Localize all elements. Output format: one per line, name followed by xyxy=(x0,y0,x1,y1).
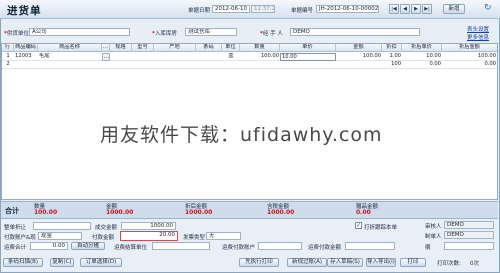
import-export-button[interactable]: 导入导出(I) xyxy=(366,258,396,267)
summary-tax-amount: 1000.00 xyxy=(267,209,295,216)
print-button[interactable]: 打印 xyxy=(400,258,426,267)
cell-disc-price[interactable]: 10.00 xyxy=(402,53,442,61)
print-first-button[interactable]: 先执行打印 xyxy=(239,258,279,267)
col-code: 商品编码 xyxy=(14,44,38,52)
warehouse-label: *入库库房 xyxy=(152,31,177,37)
col-disc-price: 折后单价 xyxy=(402,44,442,52)
copy-button[interactable]: 复制(C) xyxy=(50,258,74,267)
nav-next-button[interactable]: ▶ xyxy=(411,4,421,14)
header-settings-link[interactable]: 表头设置 xyxy=(467,25,489,33)
cell-discount[interactable]: 1.00 xyxy=(382,53,402,61)
col-name: 商品名称 xyxy=(38,44,102,52)
col-qty: 数量 xyxy=(240,44,280,52)
fee-pay-amount-field[interactable] xyxy=(345,242,395,250)
col-spec: 规格 xyxy=(110,44,132,52)
summary-amount: 1000.00 xyxy=(106,209,134,216)
fee-pay-amount-label: 运费付款金额 xyxy=(308,245,342,251)
more-info-link[interactable]: 更多信息 xyxy=(467,33,489,41)
pay-amount-label: 付款金额 xyxy=(92,235,115,241)
follow-checkbox[interactable]: ✓ xyxy=(355,222,362,229)
auditor-label: 审核人 xyxy=(425,224,442,230)
barcode-scan-button[interactable]: 条码扫描(B) xyxy=(3,258,43,267)
pay-amount-field[interactable]: 20.00 xyxy=(120,231,178,241)
col-disc-amount: 折后金额 xyxy=(459,44,480,50)
cell-price[interactable]: 10.00 xyxy=(280,53,336,61)
deal-amount-label: 成交金额 xyxy=(95,225,118,231)
col-more: … xyxy=(102,44,110,52)
cell-row-2: 2 xyxy=(6,61,10,67)
auditor-field: DEMO xyxy=(444,221,494,229)
maker-label: 制单人 xyxy=(425,234,442,240)
invoice-type-label: 发票类型 xyxy=(183,235,206,241)
handler-field[interactable]: DEMO xyxy=(290,28,420,36)
col-unit: 单位 xyxy=(222,44,240,52)
total-amount: 0.00 xyxy=(429,61,441,67)
follow-checkbox-label: 打折跟踪本单 xyxy=(364,225,398,231)
summary-gift: 0.00 xyxy=(356,209,371,216)
cell-qty[interactable]: 100.00 xyxy=(240,53,280,61)
order-select-button[interactable]: 订单选择(D) xyxy=(80,258,122,267)
doc-date-field[interactable]: 2012-06-10 xyxy=(212,5,250,13)
watermark-text: 用友软件下载：ufidawhy.com xyxy=(100,124,383,146)
nav-first-button[interactable]: |◀ xyxy=(389,4,399,14)
supplier-field[interactable]: A公司 xyxy=(29,28,130,36)
table-row[interactable]: 1 12003 毛尾 … 盒 100.00 10.00 100.00 1.00 … xyxy=(2,53,497,61)
pay-account-label: 付款账户&现 xyxy=(4,235,36,241)
fee-total-field[interactable]: 0.00 xyxy=(30,242,68,250)
print-count-value: 0次 xyxy=(470,261,479,267)
maker-field: DEMO xyxy=(444,231,494,239)
col-price: 单价 xyxy=(280,44,336,52)
whole-discount-field[interactable] xyxy=(33,222,91,230)
whole-discount-label: 整单折让 xyxy=(4,225,27,231)
print-count-label: 打印次数: xyxy=(437,261,461,267)
doc-no-field[interactable]: JH-2012-06-10-00002 xyxy=(316,5,379,13)
cell-more-button[interactable]: … xyxy=(102,53,110,61)
summary-total-label: 合计 xyxy=(5,207,19,215)
remark-field[interactable] xyxy=(444,242,494,250)
summary-bar xyxy=(1,201,498,219)
auto-share-select[interactable]: 自动分摊 xyxy=(71,242,105,250)
nav-last-button[interactable]: ▶| xyxy=(422,4,432,14)
supplier-label: *供货单位 xyxy=(4,31,29,37)
table-total-row: 2 100 0.00 0.00 xyxy=(2,61,497,69)
warehouse-field[interactable]: 测试仓库 xyxy=(185,28,237,36)
save-draft-button[interactable]: 存入草稿(S) xyxy=(327,258,363,267)
total-qty: 100 xyxy=(391,61,401,67)
summary-qty: 100.00 xyxy=(34,209,58,216)
cell-disc-amount[interactable]: 100.00 xyxy=(442,53,497,61)
doc-date-label: 单据日期 xyxy=(188,8,211,14)
refresh-icon[interactable]: ↻ xyxy=(484,3,492,13)
col-amount: 金额 xyxy=(336,44,382,52)
col-row: 行 xyxy=(2,44,14,52)
fee-unit-label: 运费结算单位 xyxy=(114,245,148,251)
fee-pay-account-label: 运费付款账户 xyxy=(222,245,256,251)
pay-account-field[interactable]: 现金 xyxy=(38,232,82,240)
fee-pay-account-field[interactable] xyxy=(258,242,302,250)
fee-unit-field[interactable] xyxy=(152,242,210,250)
post-button[interactable]: 新规过账(A) xyxy=(287,258,327,267)
doc-time-field: 11:37:23 xyxy=(251,5,275,13)
cell-unit[interactable]: 盒 xyxy=(222,53,240,61)
col-origin: 产地 xyxy=(154,44,196,52)
col-barcode: 条码 xyxy=(196,44,222,52)
summary-disc-amount: 1000.00 xyxy=(185,209,213,216)
handler-label: *经 手 人 xyxy=(260,31,283,37)
col-discount: 折扣 xyxy=(382,44,402,52)
col-model: 型号 xyxy=(132,44,154,52)
doc-no-label: 单据编号 xyxy=(291,8,314,14)
page-title: 进货单 xyxy=(7,5,42,17)
cell-code[interactable]: 12003 xyxy=(14,53,38,61)
table-header: 行 商品编码 商品名称 … 规格 型号 产地 条码 单位 数量 单价 金额 折扣… xyxy=(2,44,497,52)
invoice-type-select[interactable]: 无 xyxy=(206,232,241,240)
cell-amount[interactable]: 100.00 xyxy=(336,53,382,61)
cell-row: 1 xyxy=(6,53,10,59)
new-button[interactable]: 新增 xyxy=(443,4,465,14)
fee-total-label: 运费合计 xyxy=(4,245,27,251)
total-disc-amount: 0.00 xyxy=(484,61,496,67)
cell-name[interactable]: 毛尾 xyxy=(38,53,102,61)
nav-prev-button[interactable]: ◀ xyxy=(400,4,410,14)
remark-label: 摘 xyxy=(425,245,431,251)
deal-amount-field[interactable]: 1000.00 xyxy=(121,222,176,230)
